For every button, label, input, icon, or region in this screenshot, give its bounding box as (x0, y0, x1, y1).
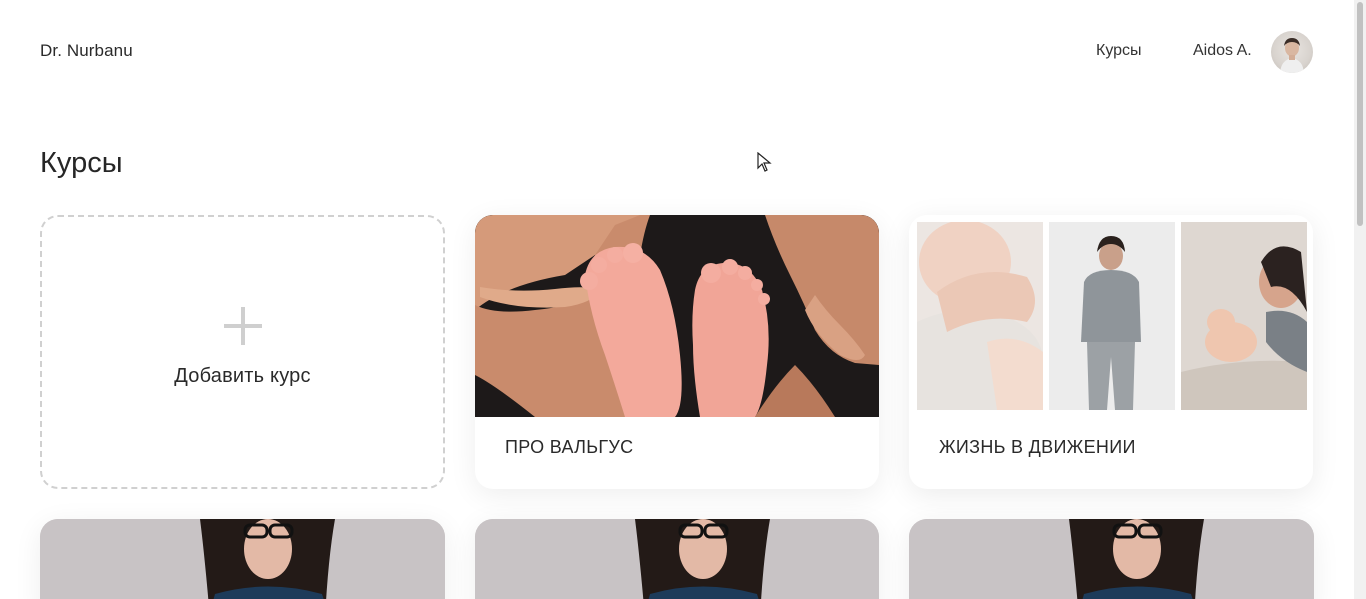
avatar-photo-icon (1280, 38, 1304, 73)
course-title: ПРО ВАЛЬГУС (505, 437, 634, 457)
top-header: Dr. Nurbanu Курсы Aidos A. (0, 0, 1354, 104)
course-card[interactable] (475, 519, 879, 599)
vertical-scrollbar[interactable] (1354, 0, 1366, 599)
course-image-doctor (909, 519, 1314, 599)
course-image-doctor (475, 519, 879, 599)
course-image-collage (909, 215, 1313, 417)
scrollbar-thumb[interactable] (1357, 2, 1363, 226)
course-card[interactable] (909, 519, 1314, 599)
course-card[interactable]: ПРО ВАЛЬГУС (475, 215, 879, 489)
add-course-card[interactable]: Добавить курс (40, 215, 445, 489)
plus-icon (223, 306, 262, 345)
course-card[interactable] (40, 519, 445, 599)
mouse-pointer-icon (757, 152, 772, 172)
nav-courses-link[interactable]: Курсы (1096, 42, 1142, 60)
page-title: Курсы (40, 147, 123, 179)
course-image-doctor (40, 519, 445, 599)
user-name[interactable]: Aidos A. (1193, 42, 1252, 60)
add-course-label: Добавить курс (174, 364, 311, 387)
brand-logo-text[interactable]: Dr. Nurbanu (40, 41, 133, 61)
course-card[interactable]: ЖИЗНЬ В ДВИЖЕНИИ (909, 215, 1313, 489)
course-image-baby-feet (475, 215, 879, 417)
avatar[interactable] (1271, 31, 1313, 73)
course-title: ЖИЗНЬ В ДВИЖЕНИИ (939, 437, 1136, 457)
